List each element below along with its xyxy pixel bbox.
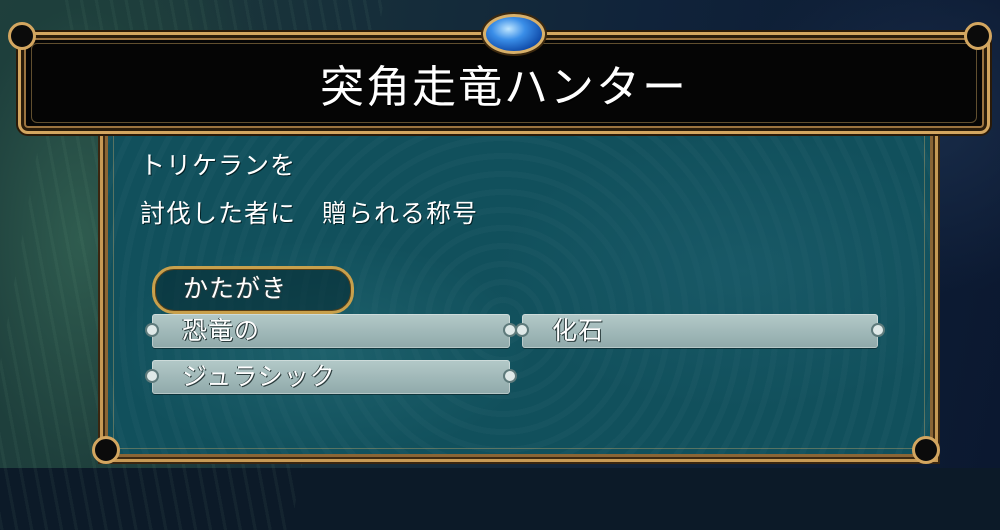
word-option-label: 化石 [552, 316, 605, 345]
blue-gem-icon [483, 14, 545, 54]
word-option-3[interactable]: ジュラシック [147, 360, 515, 394]
panel-corner-ornament-right [912, 436, 940, 464]
word-option-1[interactable]: 恐竜の [147, 314, 515, 348]
selected-word-slot[interactable]: かたがき [152, 266, 354, 314]
selected-word-label: かたがき [183, 274, 288, 303]
word-option-label: ジュラシック [182, 362, 336, 391]
panel-corner-ornament-left [92, 436, 120, 464]
word-option-label: 恐竜の [182, 316, 261, 345]
description-line-1: トリケランを [140, 151, 297, 180]
description-line-2: 討伐した者に 贈られる称号 [140, 199, 479, 228]
banner-corner-ornament-right [964, 22, 992, 50]
banner-corner-ornament-left [8, 22, 36, 50]
word-option-2[interactable]: 化石 [517, 314, 883, 348]
